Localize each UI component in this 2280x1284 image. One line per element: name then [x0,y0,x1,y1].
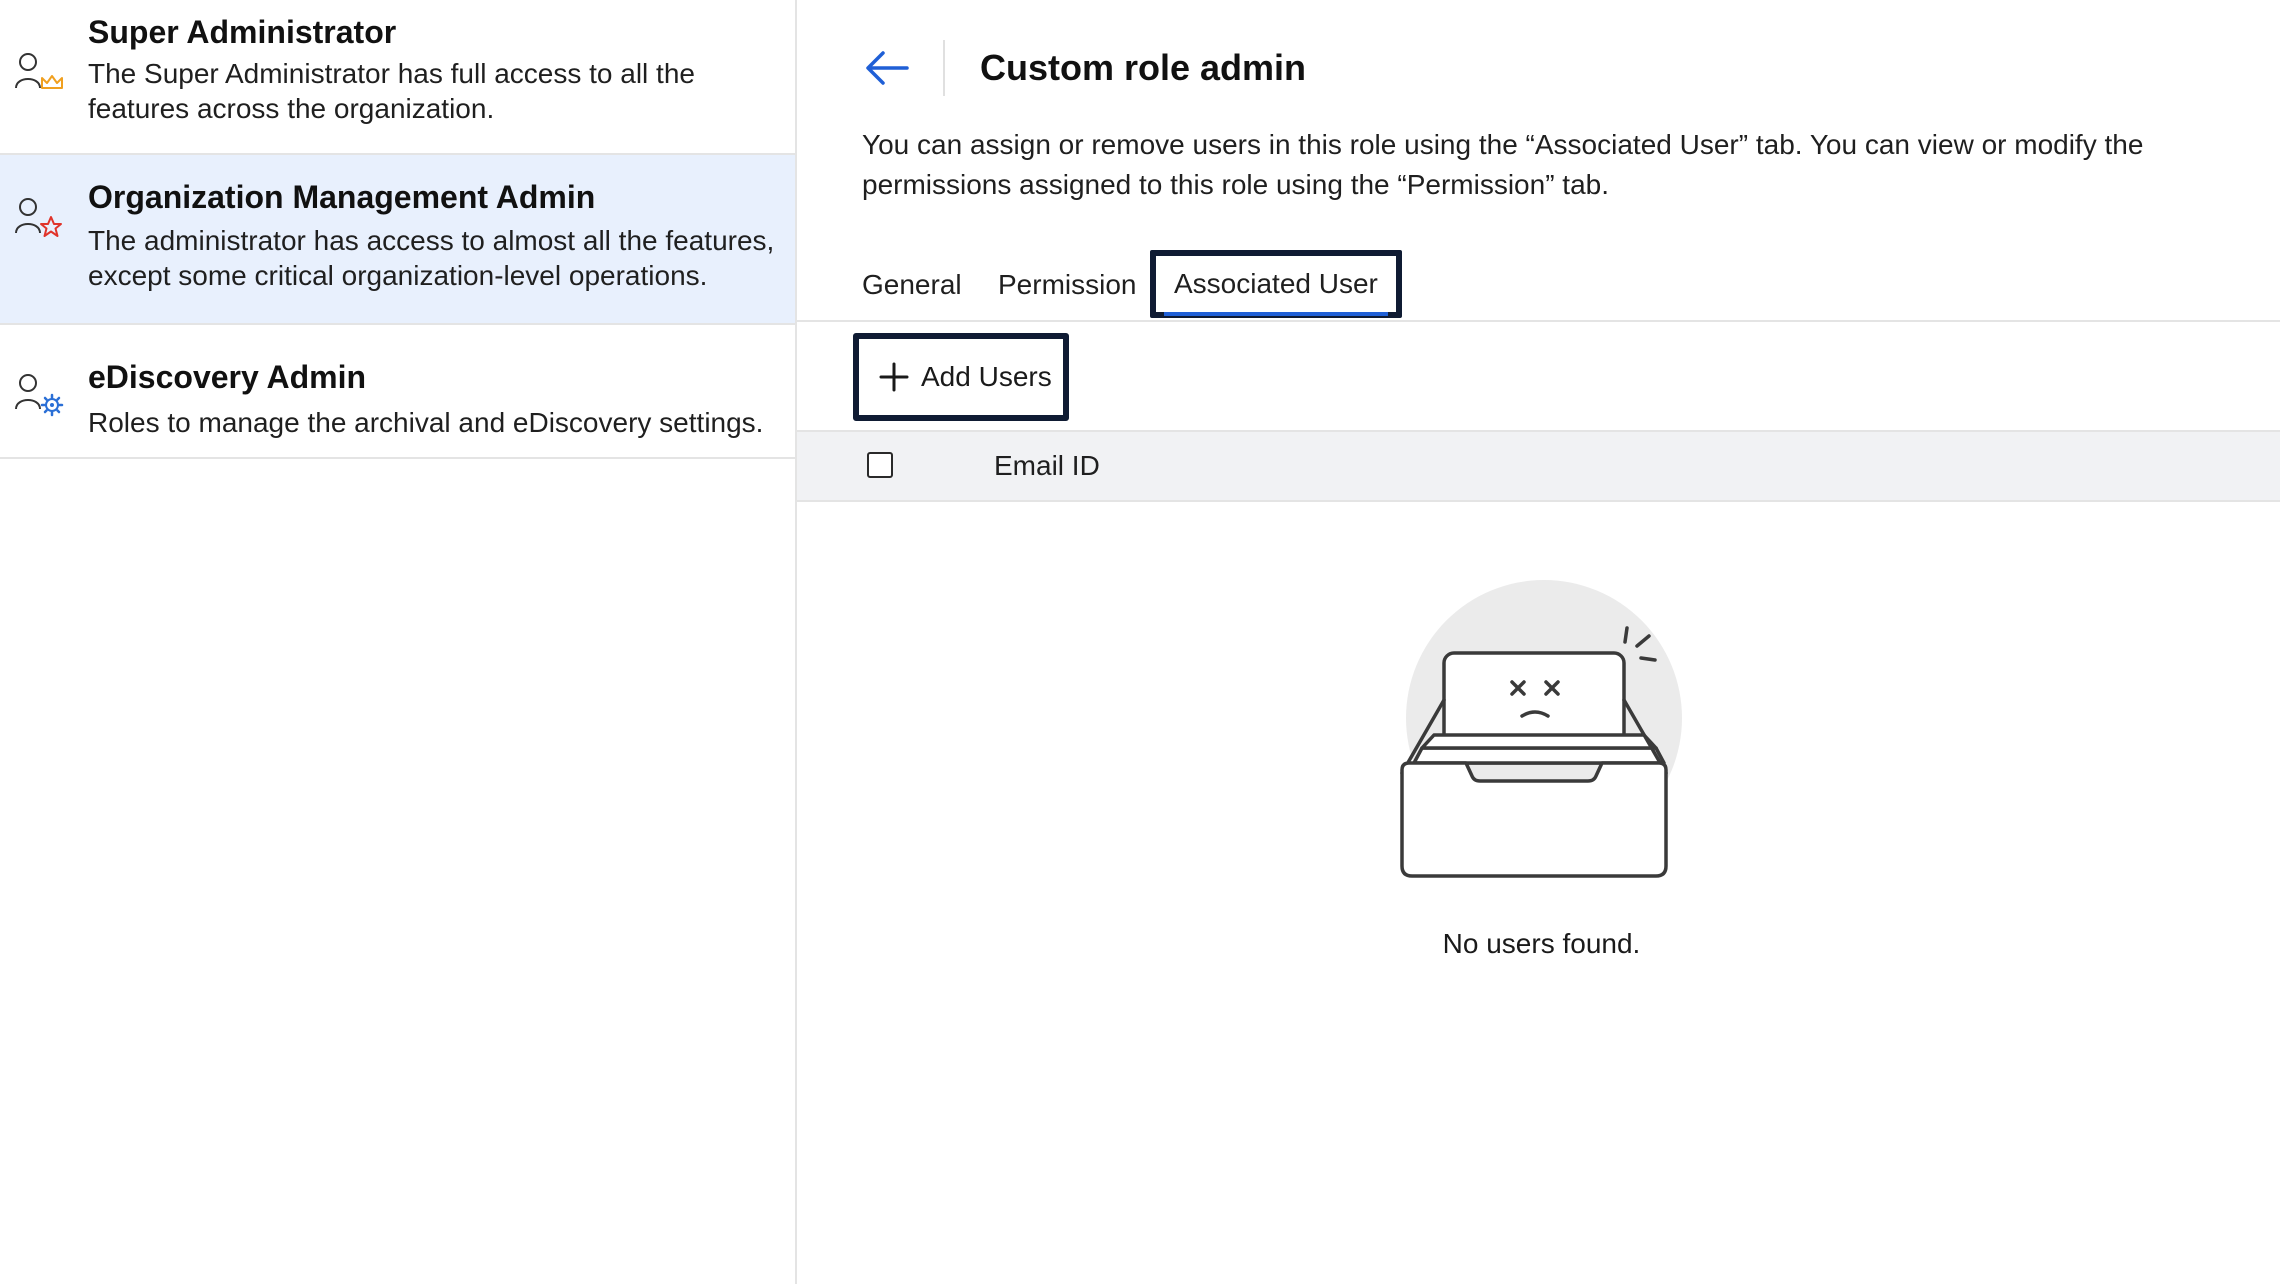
role-description: The administrator has access to almost a… [88,225,775,291]
arrow-left-icon [866,51,909,85]
role-title: Super Administrator [88,14,397,50]
add-users-label: Add Users [921,361,1052,392]
user-star-icon [15,198,62,237]
role-title: eDiscovery Admin [88,359,367,395]
user-gear-icon [15,374,64,417]
empty-inbox-illustration [1400,580,1682,878]
role-item-super-administrator[interactable]: Super Administrator The Super Administra… [0,0,795,155]
tab-general[interactable]: General [862,250,962,320]
column-header-email-id[interactable]: Email ID [994,432,1100,500]
page: Super Administrator The Super Administra… [0,0,2280,1284]
role-description-text: You can assign or remove users in this r… [862,129,2144,200]
header-divider [943,40,945,96]
empty-state-message: No users found. [1442,928,1641,959]
back-button[interactable] [857,40,917,96]
tab-associated-user[interactable]: Associated User [1150,250,1402,318]
detail-header: Custom role admin [797,0,2280,130]
roles-sidebar: Super Administrator The Super Administra… [0,0,797,1284]
users-table-header: Email ID [797,430,2280,502]
page-title: Custom role admin [980,47,1307,88]
user-crown-icon [15,53,63,89]
tab-bar: General Permission Associated User [797,250,2280,322]
role-title: Organization Management Admin [88,179,596,215]
role-detail-panel: Custom role admin You can assign or remo… [797,0,2280,1284]
tab-permission[interactable]: Permission [998,250,1136,320]
role-item-organization-management-admin[interactable]: Organization Management Admin The admini… [0,155,795,325]
role-item-ediscovery-admin[interactable]: eDiscovery Admin Roles to manage the arc… [0,325,795,459]
role-description: Roles to manage the archival and eDiscov… [88,407,764,438]
role-description: The Super Administrator has full access … [88,58,695,124]
plus-icon [879,362,909,392]
add-users-button[interactable]: Add Users [853,333,1069,421]
select-all-checkbox[interactable] [867,452,893,478]
